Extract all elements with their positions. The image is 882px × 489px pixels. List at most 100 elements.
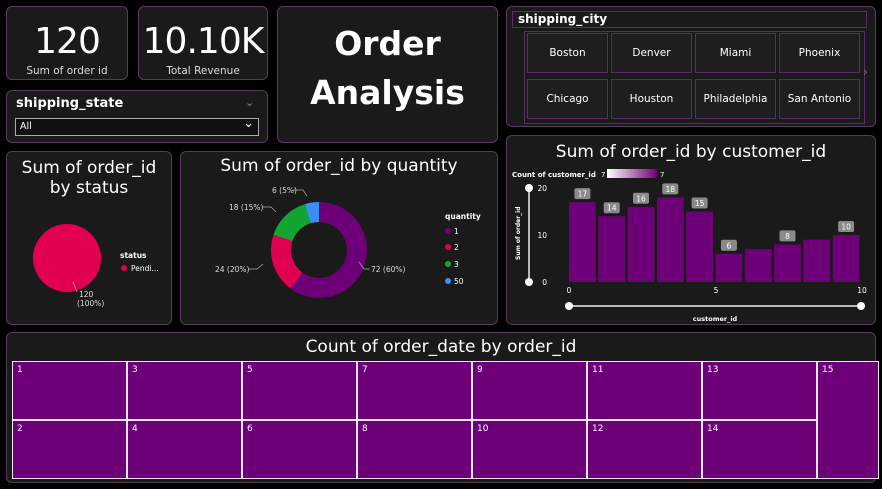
city-option-boston[interactable]: Boston xyxy=(527,33,608,73)
city-option-chicago[interactable]: Chicago xyxy=(527,79,608,119)
bar-data-label: 15 xyxy=(695,199,705,208)
bar-customer-7 xyxy=(744,249,772,282)
bar-data-label: 17 xyxy=(578,190,588,199)
kpi-card-orders: 120 Sum of order id xyxy=(6,6,128,80)
page-title-line1: Order xyxy=(334,24,441,63)
city-option-miami[interactable]: Miami xyxy=(695,33,776,73)
legend-marker xyxy=(445,261,451,267)
kpi-card-revenue: 10.10K Total Revenue xyxy=(138,6,268,80)
donut-label-3: 18 (15%) xyxy=(229,203,264,212)
bar-customer-3 xyxy=(627,206,655,282)
legend-marker xyxy=(121,265,127,271)
order-date-chart-card: Count of order_date by order_id 12345678… xyxy=(6,332,879,483)
city-option-phoenix[interactable]: Phoenix xyxy=(779,33,860,73)
treemap-cell-1[interactable]: 1 xyxy=(12,361,127,420)
bar-customer-8 xyxy=(774,244,801,282)
treemap-cell-11[interactable]: 11 xyxy=(587,361,702,420)
state-slicer: shipping_state ⌄ All ⌄ xyxy=(6,90,268,143)
pie-slice xyxy=(33,224,101,292)
quantity-legend-4: 50 xyxy=(454,277,464,286)
state-dropdown-value: All xyxy=(20,121,32,132)
y-axis-label: Sum of order_id xyxy=(515,206,522,260)
chevron-down-icon[interactable]: ⌄ xyxy=(245,96,254,109)
quantity-legend-3: 3 xyxy=(454,260,459,269)
status-legend-title: status xyxy=(120,251,147,260)
color-legend-label: Count of customer_id xyxy=(512,171,596,179)
color-legend-gradient xyxy=(607,169,657,178)
city-option-san-antonio[interactable]: San Antonio xyxy=(779,79,860,119)
kpi-orders-value: 120 xyxy=(34,21,101,62)
city-option-philadelphia[interactable]: Philadelphia xyxy=(695,79,776,119)
bar-data-label: 10 xyxy=(841,223,851,232)
treemap-cell-7[interactable]: 7 xyxy=(357,361,472,420)
donut-label-4: 6 (5%) xyxy=(272,186,297,195)
kpi-revenue-label: Total Revenue xyxy=(166,65,240,77)
bar-data-label: 8 xyxy=(785,232,790,241)
bar-data-label: 18 xyxy=(666,185,676,194)
quantity-legend-1: 1 xyxy=(454,227,459,236)
status-data-label-value: 120 xyxy=(79,290,94,299)
donut-label-1: 72 (60%) xyxy=(371,265,406,274)
treemap-cell-15[interactable]: 15 xyxy=(817,361,879,479)
legend-marker xyxy=(445,278,451,284)
state-dropdown[interactable]: All ⌄ xyxy=(15,116,259,136)
treemap-cell-5[interactable]: 5 xyxy=(242,361,357,420)
bar-customer-2 xyxy=(598,216,626,282)
x-tick-label: 10 xyxy=(857,286,867,295)
city-slicer-title: shipping_city xyxy=(518,12,608,26)
kpi-revenue-value: 10.10K xyxy=(142,21,265,62)
color-legend-min: 7 xyxy=(601,171,605,179)
bar-customer-6 xyxy=(715,253,743,282)
state-slicer-title: shipping_state xyxy=(16,96,124,111)
kpi-orders-label: Sum of order id xyxy=(26,65,108,77)
y-tick-label: 0 xyxy=(542,278,547,287)
data-label-leader xyxy=(263,206,277,213)
page-title-line2: Analysis xyxy=(310,73,465,112)
quantity-legend-title: quantity xyxy=(445,212,481,221)
legend-marker xyxy=(445,244,451,250)
x-range-slider-handle-right[interactable] xyxy=(857,302,865,310)
x-tick-label: 0 xyxy=(567,286,572,295)
treemap-cell-3[interactable]: 3 xyxy=(127,361,242,420)
chevron-right-icon[interactable]: › xyxy=(863,65,868,79)
x-axis-label: customer_id xyxy=(693,315,738,323)
bar-data-label: 6 xyxy=(727,241,732,250)
treemap-cell-2[interactable]: 2 xyxy=(12,420,127,479)
x-range-slider-handle-left[interactable] xyxy=(565,302,573,310)
bar-data-label: 16 xyxy=(636,194,646,203)
city-slicer: shipping_city Boston Denver Miami Phoenix Ch… xyxy=(506,6,876,127)
treemap-cell-13[interactable]: 13 xyxy=(702,361,817,420)
city-option-houston[interactable]: Houston xyxy=(611,79,692,119)
bar-customer-10 xyxy=(832,235,860,282)
treemap-cell-12[interactable]: 12 xyxy=(587,420,702,479)
status-chart-card: Sum of order_id by status 120 (100%) sta… xyxy=(6,151,172,325)
donut-label-2: 24 (20%) xyxy=(215,265,250,274)
bar-customer-5 xyxy=(686,211,713,282)
treemap-cell-6[interactable]: 6 xyxy=(242,420,357,479)
bar-customer-9 xyxy=(803,239,831,282)
treemap-cell-9[interactable]: 9 xyxy=(472,361,587,420)
legend-marker xyxy=(445,228,451,234)
treemap-cell-14[interactable]: 14 xyxy=(702,420,817,479)
status-pie-svg: 120 (100%) status Pendi... xyxy=(33,224,159,308)
data-label-leader xyxy=(249,263,264,270)
treemap-cell-10[interactable]: 10 xyxy=(472,420,587,479)
treemap-cell-4[interactable]: 4 xyxy=(127,420,242,479)
bar-customer-1 xyxy=(569,202,596,282)
y-range-slider-handle-top[interactable] xyxy=(525,184,533,192)
bar-data-label: 14 xyxy=(607,204,617,213)
customer-chart-card: Sum of order_id by customer_id Count of … xyxy=(506,135,876,325)
customer-bar-svg: Count of customer_id 7 7 Sum of order_id… xyxy=(512,169,867,323)
quantity-legend-2: 2 xyxy=(454,243,459,252)
chevron-down-icon: ⌄ xyxy=(243,116,254,131)
quantity-donut-svg: 6 (5%) 18 (15%) 24 (20%) 72 (60%) quanti… xyxy=(215,186,481,298)
quantity-chart-card: Sum of order_id by quantity 6 (5%) 18 (1… xyxy=(180,151,498,325)
y-range-slider-handle-bottom[interactable] xyxy=(525,278,533,286)
treemap-cell-8[interactable]: 8 xyxy=(357,420,472,479)
order-date-chart-title: Count of order_date by order_id xyxy=(305,337,577,357)
status-legend-item: Pendi... xyxy=(131,264,159,273)
color-legend-max: 7 xyxy=(660,171,664,179)
y-tick-label: 20 xyxy=(537,184,547,193)
y-tick-label: 10 xyxy=(537,231,547,240)
city-option-denver[interactable]: Denver xyxy=(611,33,692,73)
